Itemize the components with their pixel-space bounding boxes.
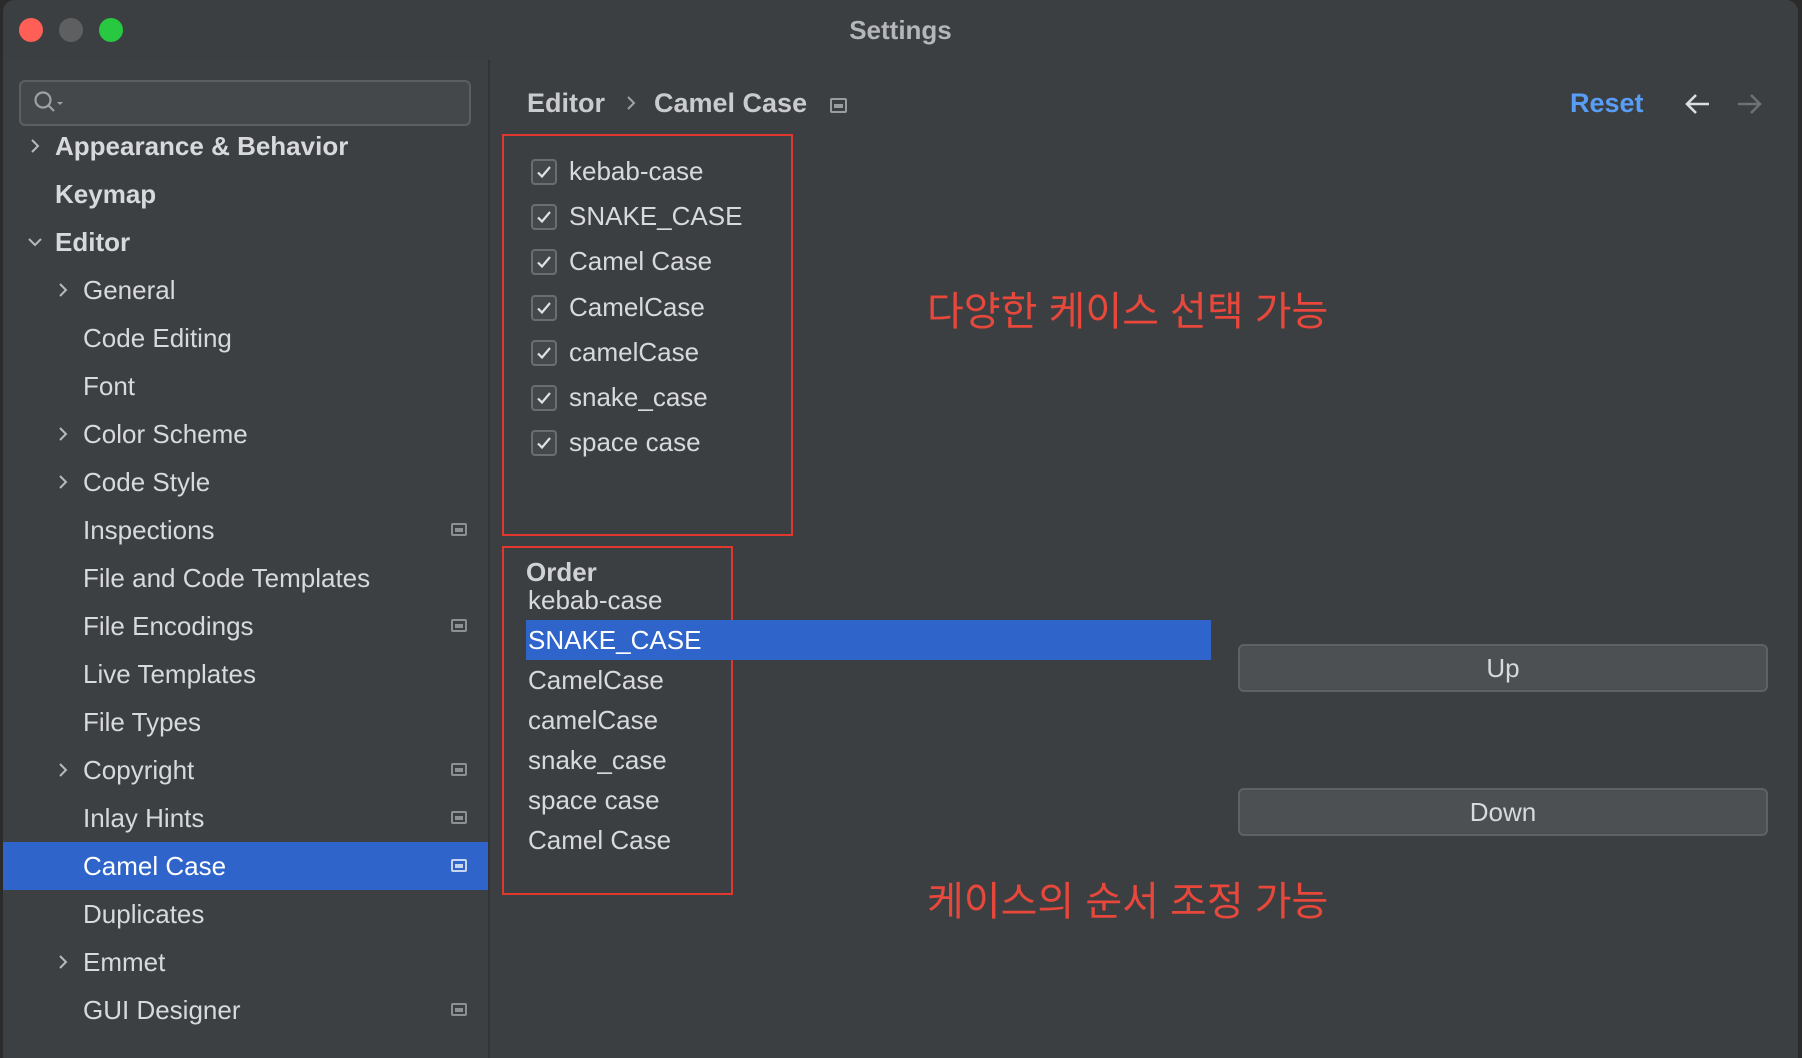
sidebar-item-label: File Types (83, 707, 202, 737)
sidebar-item-label: Inlay Hints (83, 803, 205, 833)
case-option-label: Camel Case (569, 246, 713, 277)
order-list-item[interactable]: camelCase (526, 700, 658, 740)
sidebar-item-label: Code Style (83, 467, 211, 497)
sidebar-item-label: File Encodings (83, 611, 254, 641)
sidebar-item-inspections[interactable]: Inspections (3, 506, 488, 554)
breadcrumb-current: Camel Case (654, 88, 808, 118)
sidebar-item-editor[interactable]: Editor (3, 218, 488, 266)
chevron-right-icon[interactable] (55, 954, 71, 970)
breadcrumb-parent[interactable]: Editor (527, 88, 605, 119)
check-icon (537, 211, 551, 224)
breadcrumb-separator-icon (627, 96, 636, 110)
sidebar-item-label: Keymap (55, 179, 157, 209)
search-input[interactable] (19, 80, 471, 126)
sidebar-item-gui-designer[interactable]: GUI Designer (3, 986, 488, 1034)
sidebar-item-label: Emmet (83, 947, 166, 977)
check-icon (537, 392, 551, 405)
search-icon (34, 91, 63, 112)
order-list-item[interactable]: SNAKE_CASE (526, 620, 1211, 660)
checkbox-icon[interactable] (531, 430, 557, 457)
settings-window: Settings Appearance & Behavior Keymap Edit… (3, 0, 1798, 1058)
check-icon (537, 301, 551, 314)
sidebar-item-label: Appearance & Behavior (55, 131, 349, 161)
project-settings-icon (451, 811, 467, 824)
sidebar-item-label: Color Scheme (83, 419, 248, 449)
project-settings-icon (451, 763, 467, 776)
case-option-label: CamelCase (569, 291, 705, 322)
sidebar-item-label: Code Editing (83, 323, 232, 353)
sidebar-item-file-and-code-templates[interactable]: File and Code Templates (3, 554, 488, 602)
checkbox-icon[interactable] (531, 249, 557, 276)
order-annotation: 케이스의 순서 조정 가능 (927, 880, 1329, 924)
order-list-item[interactable]: CamelCase (526, 660, 664, 700)
checkbox-icon[interactable] (531, 339, 557, 366)
sidebar-item-live-templates[interactable]: Live Templates (3, 650, 488, 698)
sidebar-item-general[interactable]: General (3, 266, 488, 314)
chevron-right-icon[interactable] (27, 138, 43, 154)
down-button[interactable]: Down (1238, 788, 1768, 836)
sidebar-item-camel-case[interactable]: Camel Case (3, 842, 488, 890)
checkbox-icon[interactable] (531, 294, 557, 321)
chevron-right-icon[interactable] (55, 282, 71, 298)
chevron-right-icon[interactable] (55, 762, 71, 778)
arrow-right-icon[interactable] (1734, 90, 1764, 118)
checkbox-icon[interactable] (531, 159, 557, 185)
project-settings-icon (830, 98, 847, 113)
case-options-highlight (502, 134, 793, 536)
sidebar-item-copyright[interactable]: Copyright (3, 746, 488, 794)
sidebar-item-code-style[interactable]: Code Style (3, 458, 488, 506)
check-icon (537, 256, 551, 269)
settings-sidebar: Appearance & Behavior Keymap Editor General… (3, 60, 490, 1058)
sidebar-item-appearance-behavior[interactable]: Appearance & Behavior (3, 122, 488, 170)
order-list-item[interactable]: Camel Case (526, 820, 671, 860)
sidebar-item-label: Copyright (83, 755, 195, 785)
title-bar: Settings (3, 0, 1798, 61)
sidebar-item-label: General (83, 275, 176, 305)
checkbox-icon[interactable] (531, 204, 557, 231)
up-button[interactable]: Up (1238, 644, 1768, 692)
sidebar-item-file-types[interactable]: File Types (3, 698, 488, 746)
sidebar-item-code-editing[interactable]: Code Editing (3, 314, 488, 362)
order-list-item[interactable]: snake_case (526, 740, 667, 780)
project-settings-icon (451, 619, 467, 632)
window-title: Settings (849, 15, 952, 45)
order-list-item[interactable]: space case (526, 780, 660, 820)
sidebar-item-label: File and Code Templates (83, 563, 371, 593)
chevron-down-icon[interactable] (27, 234, 43, 250)
reset-button[interactable]: Reset (1570, 88, 1644, 119)
project-settings-icon (451, 1003, 467, 1016)
sidebar-item-label: Inspections (83, 515, 215, 545)
arrow-left-icon[interactable] (1683, 90, 1713, 118)
case-option-label: SNAKE_CASE (569, 201, 743, 232)
checkbox-icon[interactable] (531, 385, 557, 411)
settings-content: Editor Camel Case Reset kebab-case SNAKE_… (490, 60, 1798, 1058)
sidebar-item-label: Live Templates (83, 659, 256, 689)
sidebar-item-duplicates[interactable]: Duplicates (3, 890, 488, 938)
check-icon (537, 437, 551, 450)
sidebar-item-label: Font (83, 371, 136, 401)
chevron-right-icon[interactable] (55, 426, 71, 442)
case-option-label: space case (569, 427, 701, 458)
project-settings-icon (451, 523, 467, 536)
sidebar-item-label: Editor (55, 227, 131, 257)
check-icon (537, 347, 551, 359)
sidebar-item-keymap[interactable]: Keymap (3, 170, 488, 218)
sidebar-item-inlay-hints[interactable]: Inlay Hints (3, 794, 488, 842)
case-option-label: snake_case (569, 382, 708, 412)
sidebar-item-file-encodings[interactable]: File Encodings (3, 602, 488, 650)
project-settings-icon (451, 859, 467, 872)
sidebar-item-label: Duplicates (83, 899, 205, 929)
sidebar-item-font[interactable]: Font (3, 362, 488, 410)
chevron-right-icon[interactable] (55, 474, 71, 490)
order-list-item[interactable]: kebab-case (526, 580, 662, 620)
check-icon (537, 166, 551, 179)
case-option-label: camelCase (569, 336, 700, 367)
sidebar-item-color-scheme[interactable]: Color Scheme (3, 410, 488, 458)
sidebar-item-label: Camel Case (83, 851, 227, 881)
sidebar-item-emmet[interactable]: Emmet (3, 938, 488, 986)
options-annotation: 다양한 케이스 선택 가능 (927, 290, 1329, 334)
case-option-label: kebab-case (569, 156, 704, 186)
sidebar-item-label: GUI Designer (83, 995, 241, 1025)
